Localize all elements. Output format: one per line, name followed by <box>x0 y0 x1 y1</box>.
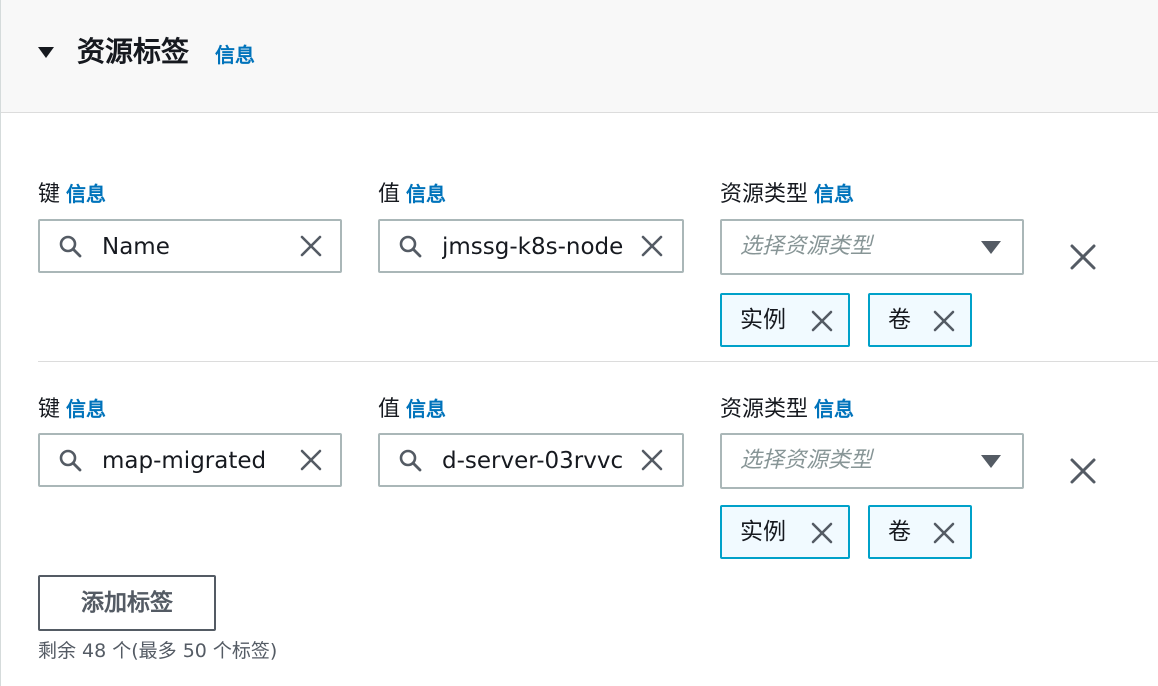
value-input-value[interactable]: jmssg-k8s-node <box>442 232 624 262</box>
dropdown-caret-icon[interactable] <box>981 455 1001 468</box>
resource-type-label-text: 资源类型 <box>720 397 809 422</box>
value-label: 值信息 <box>378 180 446 209</box>
section-title: 资源标签 <box>77 35 190 68</box>
clear-key-icon[interactable] <box>299 234 323 258</box>
remove-token-icon[interactable] <box>810 309 834 333</box>
resource-type-label-text: 资源类型 <box>720 182 809 207</box>
section-header[interactable]: 资源标签 信息 <box>1 0 1158 113</box>
remove-tag-icon[interactable] <box>1067 455 1099 487</box>
search-icon <box>59 235 82 258</box>
search-icon <box>399 449 422 472</box>
key-input-value[interactable]: map-migrated <box>102 446 282 476</box>
remove-token-icon[interactable] <box>810 521 834 545</box>
resource-type-label: 资源类型 信息 <box>720 180 854 209</box>
section-info-link[interactable]: 信息 <box>215 42 255 68</box>
key-label-text: 键 <box>38 182 61 207</box>
token-label: 实例 <box>740 307 786 333</box>
resource-type-token: 卷 <box>868 505 972 559</box>
remove-token-icon[interactable] <box>932 309 956 333</box>
row-divider <box>38 361 1158 362</box>
resource-type-token: 实例 <box>720 505 850 559</box>
resource-type-token: 实例 <box>720 293 850 347</box>
resource-type-info-link[interactable]: 信息 <box>814 182 854 206</box>
resource-tags-panel: 资源标签 信息 键信息 值信息 资源类型 信息 Name jmssg-k8s-n… <box>0 0 1158 686</box>
clear-key-icon[interactable] <box>299 448 323 472</box>
key-info-link[interactable]: 信息 <box>66 397 106 421</box>
key-input-value[interactable]: Name <box>102 232 282 262</box>
search-icon <box>399 235 422 258</box>
clear-value-icon[interactable] <box>640 448 664 472</box>
resource-type-select[interactable]: 选择资源类型 <box>720 219 1024 275</box>
resource-type-placeholder: 选择资源类型 <box>740 234 873 259</box>
expand-caret-icon[interactable] <box>38 47 54 58</box>
remove-tag-icon[interactable] <box>1067 241 1099 273</box>
value-label: 值信息 <box>378 395 446 424</box>
key-info-link[interactable]: 信息 <box>66 182 106 206</box>
search-icon <box>59 449 82 472</box>
value-input[interactable]: jmssg-k8s-node <box>378 219 684 273</box>
token-label: 实例 <box>740 519 786 545</box>
key-input[interactable]: map-migrated <box>38 433 342 487</box>
value-input[interactable]: d-server-03rvvc <box>378 433 684 487</box>
remove-token-icon[interactable] <box>932 521 956 545</box>
add-tag-button[interactable]: 添加标签 <box>38 575 216 631</box>
resource-type-select[interactable]: 选择资源类型 <box>720 433 1024 489</box>
token-label: 卷 <box>888 307 911 333</box>
resource-type-token: 卷 <box>868 293 972 347</box>
value-label-text: 值 <box>378 397 401 422</box>
value-info-link[interactable]: 信息 <box>406 182 446 206</box>
resource-type-label: 资源类型 信息 <box>720 395 854 424</box>
key-label: 键信息 <box>38 395 106 424</box>
value-input-value[interactable]: d-server-03rvvc <box>442 446 624 476</box>
token-label: 卷 <box>888 519 911 545</box>
dropdown-caret-icon[interactable] <box>981 241 1001 254</box>
value-info-link[interactable]: 信息 <box>406 397 446 421</box>
clear-value-icon[interactable] <box>640 234 664 258</box>
value-label-text: 值 <box>378 182 401 207</box>
key-label-text: 键 <box>38 397 61 422</box>
key-input[interactable]: Name <box>38 219 342 273</box>
key-label: 键信息 <box>38 180 106 209</box>
resource-type-placeholder: 选择资源类型 <box>740 448 873 473</box>
resource-type-info-link[interactable]: 信息 <box>814 397 854 421</box>
remaining-tags-text: 剩余 48 个(最多 50 个标签) <box>38 640 278 662</box>
